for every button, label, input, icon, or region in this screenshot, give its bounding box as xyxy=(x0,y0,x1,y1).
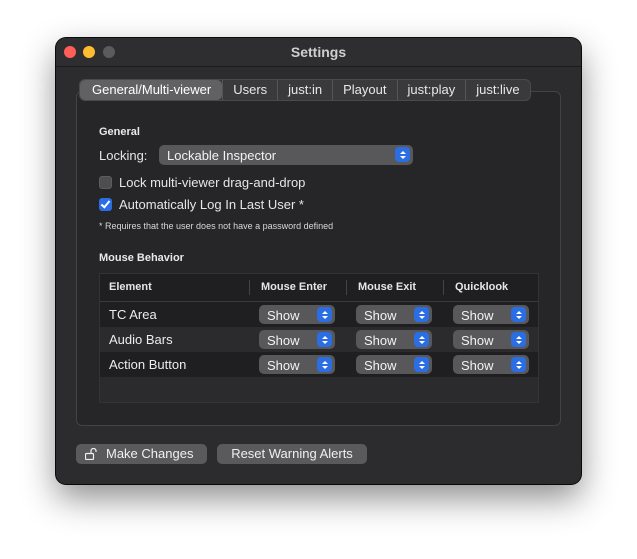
up-down-chevron-icon xyxy=(511,332,526,347)
tab-playout[interactable]: Playout xyxy=(332,80,396,100)
quicklook-popup[interactable]: Show xyxy=(453,305,529,324)
mouse-behavior-table: Element Mouse Enter Mouse Exit Quicklook… xyxy=(99,273,539,403)
column-header-quicklook[interactable]: Quicklook xyxy=(455,281,508,293)
mouse-enter-popup[interactable]: Show xyxy=(259,355,335,374)
auto-login-checkbox[interactable] xyxy=(99,198,112,211)
column-divider xyxy=(346,280,347,295)
tab-just-live[interactable]: just:live xyxy=(465,80,529,100)
column-header-mouse-exit[interactable]: Mouse Exit xyxy=(358,281,416,293)
tab-users[interactable]: Users xyxy=(222,80,277,100)
table-header: Element Mouse Enter Mouse Exit Quicklook xyxy=(100,274,538,302)
auto-login-label: Automatically Log In Last User * xyxy=(119,197,304,212)
popup-value: Show xyxy=(461,358,494,373)
table-row[interactable]: Audio Bars Show Show Show xyxy=(100,327,538,352)
row-element-name: Action Button xyxy=(109,357,187,372)
title-bar: Settings xyxy=(56,38,581,67)
up-down-chevron-icon xyxy=(317,332,332,347)
mouse-exit-popup[interactable]: Show xyxy=(356,330,432,349)
popup-value: Show xyxy=(267,333,300,348)
reset-warning-alerts-button[interactable]: Reset Warning Alerts xyxy=(217,444,367,464)
reset-warning-alerts-label: Reset Warning Alerts xyxy=(231,446,353,461)
mouse-exit-popup[interactable]: Show xyxy=(356,305,432,324)
tab-general-multi-viewer[interactable]: General/Multi-viewer xyxy=(80,80,223,100)
tab-just-play[interactable]: just:play xyxy=(396,80,466,100)
lock-drag-label: Lock multi-viewer drag-and-drop xyxy=(119,175,306,190)
mouse-behavior-section-title: Mouse Behavior xyxy=(99,252,184,264)
tab-just-in[interactable]: just:in xyxy=(277,80,332,100)
popup-value: Show xyxy=(461,308,494,323)
mouse-exit-popup[interactable]: Show xyxy=(356,355,432,374)
up-down-chevron-icon xyxy=(414,307,429,322)
empty-table-row xyxy=(100,377,538,402)
locking-popup[interactable]: Lockable Inspector xyxy=(159,145,413,165)
lock-open-icon xyxy=(85,448,97,460)
popup-value: Show xyxy=(461,333,494,348)
popup-value: Show xyxy=(364,308,397,323)
password-footnote: * Requires that the user does not have a… xyxy=(99,221,334,231)
up-down-chevron-icon xyxy=(414,332,429,347)
up-down-chevron-icon xyxy=(395,147,410,162)
up-down-chevron-icon xyxy=(414,357,429,372)
popup-value: Show xyxy=(364,358,397,373)
column-divider xyxy=(249,280,250,295)
tab-bar: General/Multi-viewer Users just:in Playo… xyxy=(79,79,531,101)
quicklook-popup[interactable]: Show xyxy=(453,355,529,374)
lock-drag-checkbox[interactable] xyxy=(99,176,112,189)
quicklook-popup[interactable]: Show xyxy=(453,330,529,349)
locking-popup-value: Lockable Inspector xyxy=(167,148,277,163)
mouse-enter-popup[interactable]: Show xyxy=(259,305,335,324)
up-down-chevron-icon xyxy=(511,357,526,372)
mouse-enter-popup[interactable]: Show xyxy=(259,330,335,349)
column-header-element[interactable]: Element xyxy=(109,281,152,293)
up-down-chevron-icon xyxy=(317,357,332,372)
make-changes-button[interactable]: Make Changes xyxy=(76,444,207,464)
column-divider xyxy=(443,280,444,295)
up-down-chevron-icon xyxy=(511,307,526,322)
popup-value: Show xyxy=(267,358,300,373)
row-element-name: Audio Bars xyxy=(109,332,173,347)
row-element-name: TC Area xyxy=(109,307,157,322)
settings-window: Settings General/Multi-viewer Users just… xyxy=(56,38,581,484)
popup-value: Show xyxy=(267,308,300,323)
locking-label: Locking: xyxy=(99,148,148,163)
table-row[interactable]: Action Button Show Show Show xyxy=(100,352,538,377)
make-changes-label: Make Changes xyxy=(106,446,194,461)
table-row[interactable]: TC Area Show Show Show xyxy=(100,302,538,327)
window-title: Settings xyxy=(290,44,347,60)
general-section-title: General xyxy=(99,126,140,138)
up-down-chevron-icon xyxy=(317,307,332,322)
column-header-mouse-enter[interactable]: Mouse Enter xyxy=(261,281,327,293)
popup-value: Show xyxy=(364,333,397,348)
